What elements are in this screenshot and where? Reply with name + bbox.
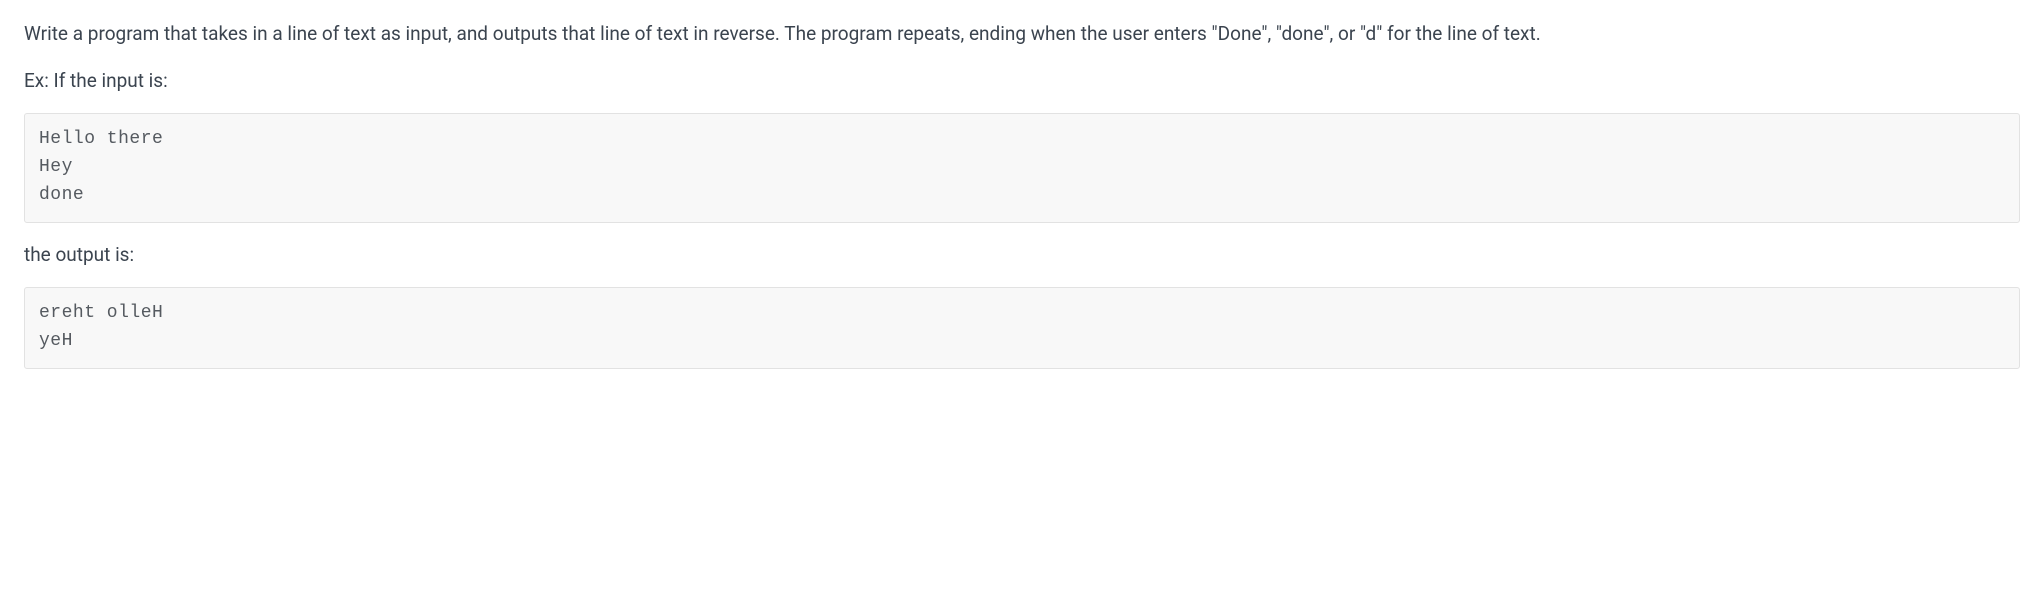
output-intro: the output is:: [24, 241, 2020, 270]
example-input-block: Hello there Hey done: [24, 113, 2020, 223]
example-intro: Ex: If the input is:: [24, 67, 2020, 96]
example-output-block: ereht olleH yeH: [24, 287, 2020, 369]
problem-description: Write a program that takes in a line of …: [24, 20, 2020, 49]
